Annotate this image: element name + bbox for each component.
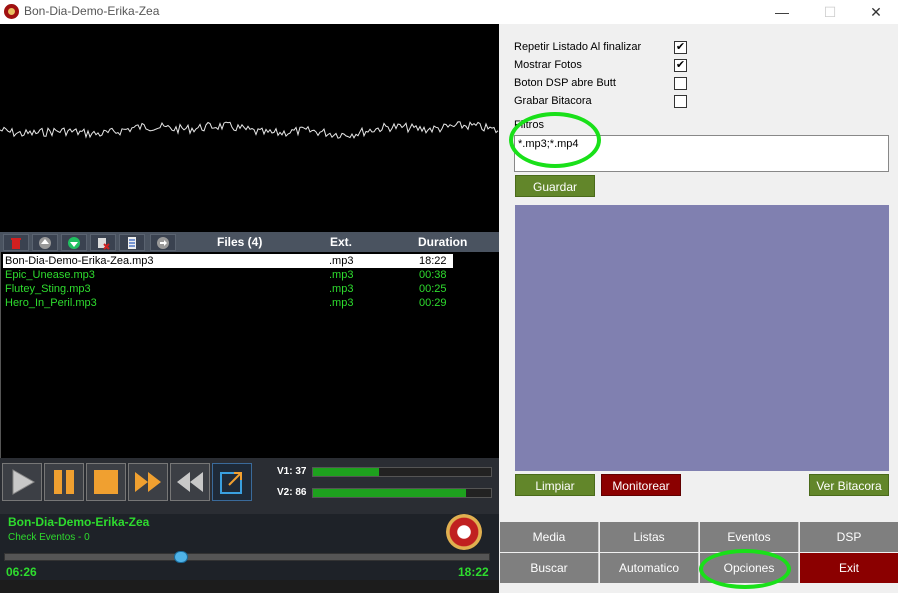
window-title: Bon-Dia-Demo-Erika-Zea [24, 4, 160, 18]
filter-input[interactable]: *.mp3;*.mp4 [514, 135, 889, 172]
save-button[interactable]: Guardar [515, 175, 595, 197]
title-bar: Bon-Dia-Demo-Erika-Zea — ☐ ✕ [0, 0, 898, 24]
log-panel [515, 205, 889, 471]
popout-icon [220, 472, 242, 494]
clear-button[interactable]: Limpiar [515, 474, 595, 496]
duration-header: Duration [418, 235, 468, 249]
file-ext: .mp3 [329, 283, 354, 295]
tab-dsp[interactable]: DSP [800, 522, 898, 552]
v2-label: V2: 86 [277, 487, 307, 498]
table-row[interactable]: Flutey_Sting.mp3 .mp3 00:25 [3, 282, 453, 296]
app-window: Bon-Dia-Demo-Erika-Zea — ☐ ✕ Files (4) E… [0, 0, 898, 593]
maximize-button: ☐ [823, 4, 837, 20]
v1-meter-fill [313, 468, 379, 476]
tab-lists[interactable]: Listas [600, 522, 699, 552]
file-name: Epic_Unease.mp3 [5, 269, 95, 281]
app-logo-icon [4, 4, 19, 19]
file-name: Flutey_Sting.mp3 [5, 283, 91, 295]
file-ext: .mp3 [329, 297, 354, 309]
options-panel: Repetir Listado Al finalizar ✔ Mostrar F… [499, 24, 898, 593]
play-icon [12, 469, 36, 495]
log-label: Grabar Bitacora [514, 95, 592, 107]
view-log-button[interactable]: Ver Bitacora [809, 474, 889, 496]
repeat-label: Repetir Listado Al finalizar [514, 41, 642, 53]
file-list: Bon-Dia-Demo-Erika-Zea.mp3 .mp3 18:22 Ep… [0, 252, 499, 458]
rewind-icon [177, 472, 203, 492]
pause-icon [54, 470, 74, 494]
repeat-checkbox[interactable]: ✔ [674, 41, 687, 54]
v1-meter[interactable] [312, 467, 492, 477]
tab-search[interactable]: Buscar [500, 553, 599, 583]
stop-icon [94, 470, 118, 494]
filter-label: Filtros [514, 119, 544, 131]
pause-button[interactable] [44, 463, 84, 501]
close-button[interactable]: ✕ [856, 2, 896, 22]
v1-label: V1: 37 [277, 466, 307, 477]
log-checkbox[interactable] [674, 95, 687, 108]
file-duration: 00:29 [419, 297, 447, 309]
fast-forward-icon [135, 472, 161, 492]
monitor-button[interactable]: Monitorear [601, 474, 681, 496]
player-panel: Files (4) Ext. Duration Bon-Dia-Demo-Eri… [0, 24, 499, 593]
tab-media[interactable]: Media [500, 522, 599, 552]
file-duration: 18:22 [419, 255, 447, 267]
minimize-button[interactable]: — [762, 2, 802, 22]
move-down-icon[interactable] [61, 234, 87, 251]
dsp-checkbox[interactable] [674, 77, 687, 90]
file-name: Hero_In_Peril.mp3 [5, 297, 97, 309]
files-header: Files (4) [217, 235, 263, 249]
play-button[interactable] [2, 463, 42, 501]
now-playing-panel: Bon-Dia-Demo-Erika-Zea Check Eventos - 0… [0, 514, 499, 580]
total-time: 18:22 [458, 565, 489, 579]
list-icon[interactable] [119, 234, 145, 251]
now-playing-title: Bon-Dia-Demo-Erika-Zea [8, 515, 150, 529]
table-row[interactable]: Bon-Dia-Demo-Erika-Zea.mp3 .mp3 18:22 [3, 254, 453, 268]
station-logo [446, 514, 482, 550]
move-up-icon[interactable] [32, 234, 58, 251]
stop-button[interactable] [86, 463, 126, 501]
tab-events[interactable]: Eventos [700, 522, 799, 552]
table-row[interactable]: Epic_Unease.mp3 .mp3 00:38 [3, 268, 453, 282]
tab-automatic[interactable]: Automatico [600, 553, 699, 583]
delete-icon[interactable] [3, 234, 29, 251]
v2-meter-fill [313, 489, 467, 497]
transport-bar: V1: 37 V2: 86 [0, 458, 499, 514]
file-ext: .mp3 [329, 255, 354, 267]
waveform-display [0, 24, 499, 232]
fast-forward-button[interactable] [128, 463, 168, 501]
file-name: Bon-Dia-Demo-Erika-Zea.mp3 [5, 255, 154, 267]
waveform-graph [0, 121, 499, 139]
files-toolbar: Files (4) Ext. Duration [0, 232, 499, 252]
seek-bar[interactable] [4, 551, 490, 563]
elapsed-time: 06:26 [6, 565, 37, 579]
file-duration: 00:38 [419, 269, 447, 281]
photos-checkbox[interactable]: ✔ [674, 59, 687, 72]
remove-file-icon[interactable] [90, 234, 116, 251]
file-ext: .mp3 [329, 269, 354, 281]
dsp-label: Boton DSP abre Butt [514, 77, 616, 89]
photos-label: Mostrar Fotos [514, 59, 582, 71]
table-row[interactable]: Hero_In_Peril.mp3 .mp3 00:29 [3, 296, 453, 310]
v2-meter[interactable] [312, 488, 492, 498]
file-duration: 00:25 [419, 283, 447, 295]
ext-header: Ext. [330, 235, 353, 249]
seek-knob[interactable] [174, 551, 189, 563]
exit-button[interactable]: Exit [800, 553, 898, 583]
next-arrow-icon[interactable] [150, 234, 176, 251]
rewind-button[interactable] [170, 463, 210, 501]
popout-button[interactable] [212, 463, 252, 501]
tab-options[interactable]: Opciones [700, 553, 799, 583]
now-playing-subtitle: Check Eventos - 0 [8, 532, 90, 543]
